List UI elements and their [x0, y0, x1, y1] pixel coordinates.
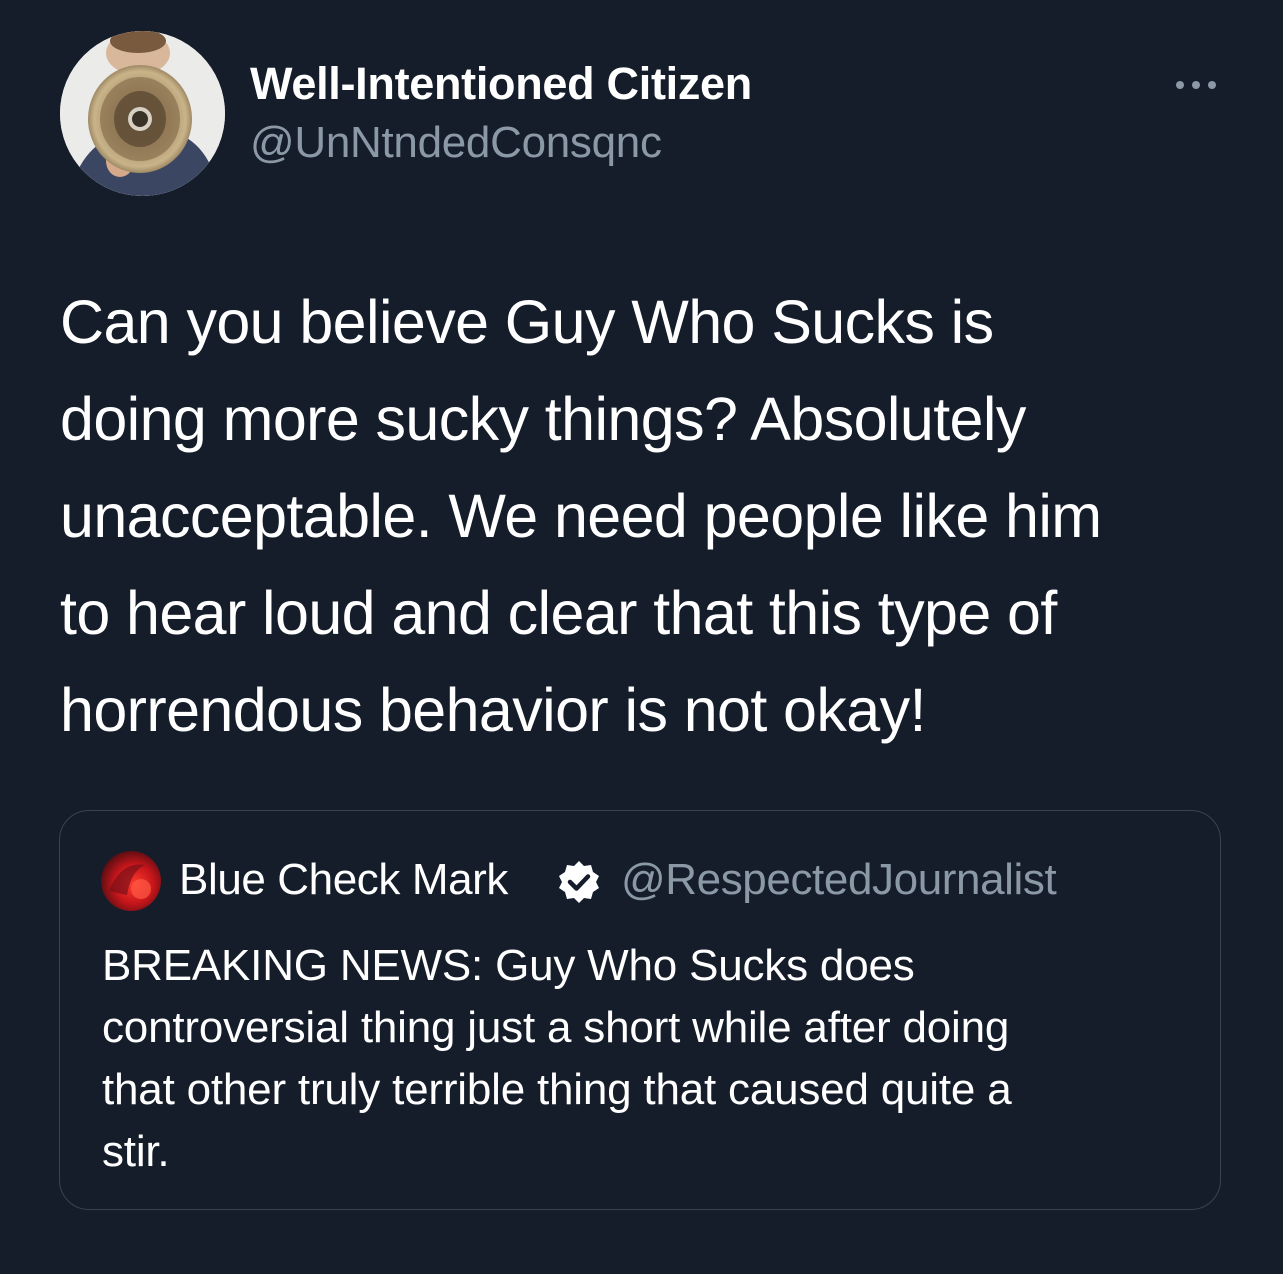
verified-badge-icon — [556, 859, 602, 905]
quoted-tweet-text: BREAKING NEWS: Guy Who Sucks does contro… — [102, 941, 1012, 1176]
author-avatar[interactable] — [60, 31, 225, 196]
quoted-author-display-name[interactable]: Blue Check Mark — [179, 855, 508, 905]
tweet-text: Can you believe Guy Who Sucks is doing m… — [60, 288, 1102, 744]
ellipsis-icon — [1176, 81, 1216, 89]
quoted-author-avatar[interactable] — [101, 851, 161, 911]
author-display-name[interactable]: Well-Intentioned Citizen — [250, 58, 752, 110]
quoted-author-handle[interactable]: @RespectedJournalist — [621, 855, 1057, 905]
red-blur-avatar-icon — [101, 851, 161, 911]
quoted-tweet-card[interactable]: Blue Check Mark @RespectedJournalist BRE… — [59, 810, 1221, 1210]
tweet: Well-Intentioned Citizen @UnNtndedConsqn… — [0, 0, 1283, 1274]
author-handle[interactable]: @UnNtndedConsqnc — [250, 118, 662, 168]
more-options-button[interactable] — [1166, 70, 1226, 100]
megaphone-person-icon — [60, 31, 225, 196]
